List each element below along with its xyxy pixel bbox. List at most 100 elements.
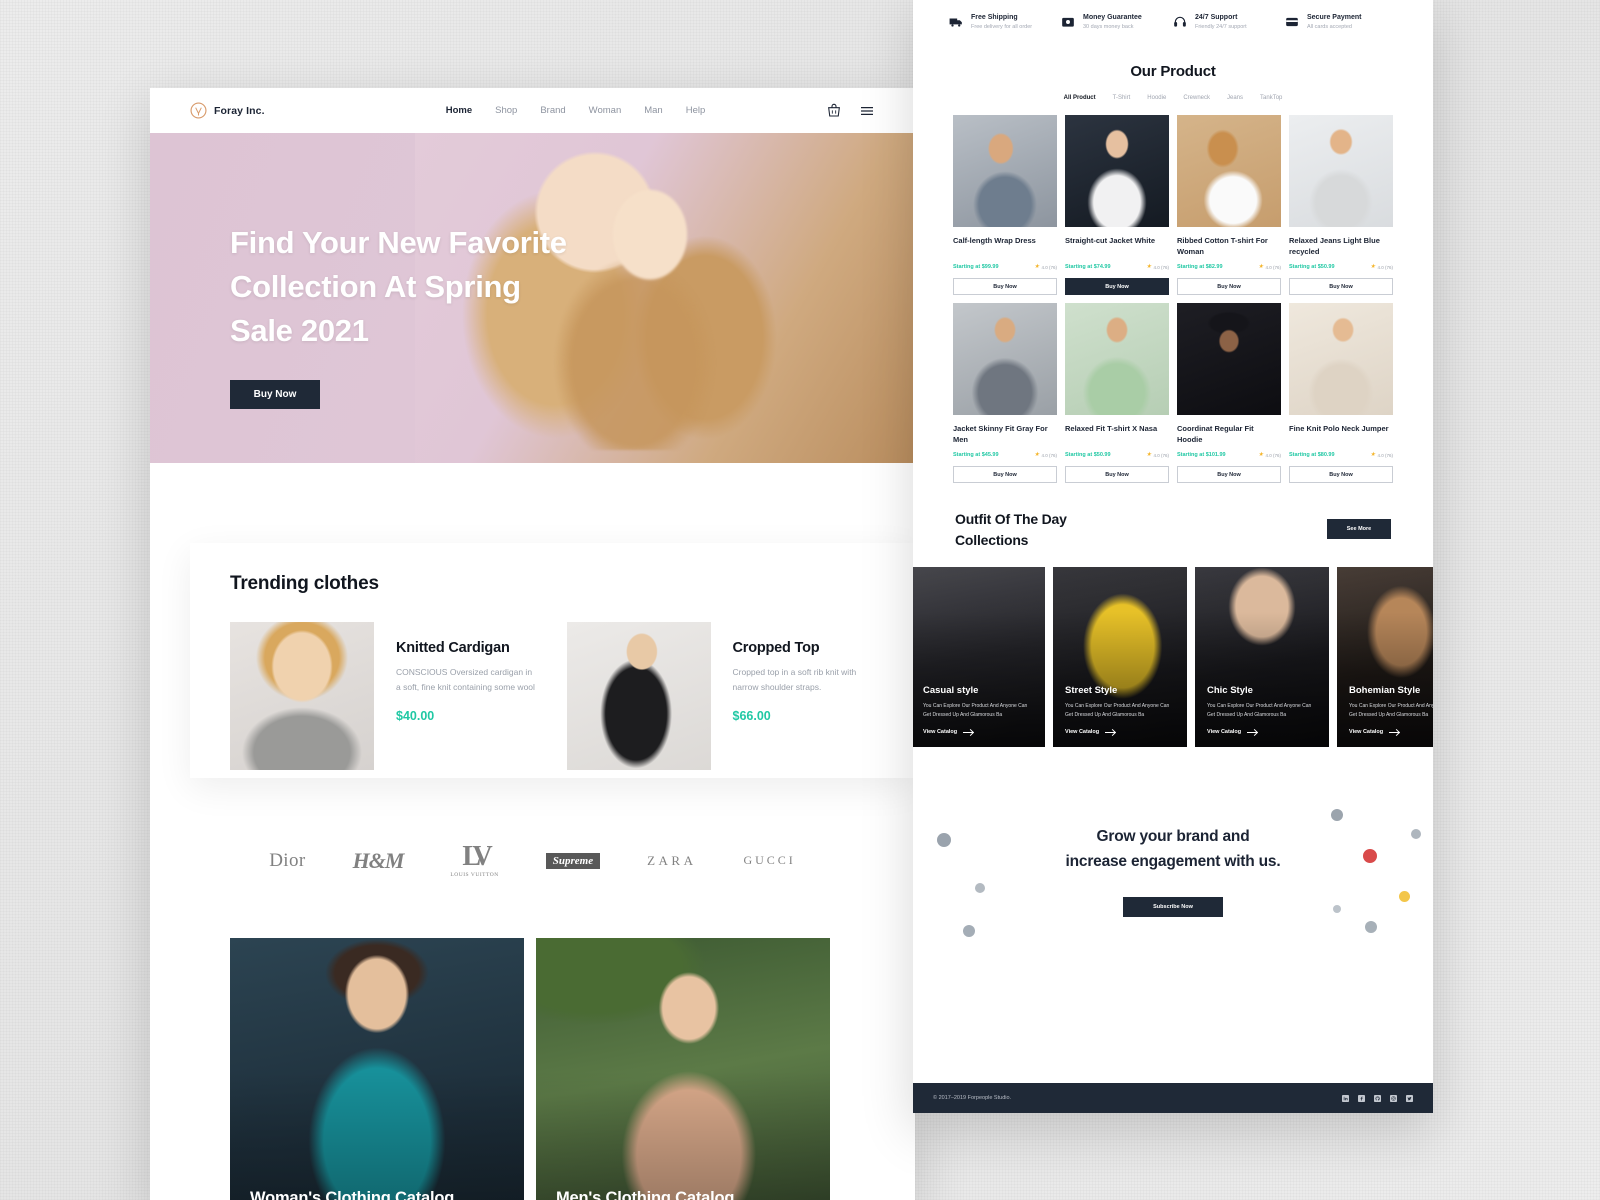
product-image	[953, 303, 1057, 416]
subscribe-now-button[interactable]: Subscribe Now	[1123, 896, 1223, 917]
style-desc: You Can Explore Our Product And Anyone C…	[1207, 702, 1312, 718]
filter-all-product[interactable]: All Product	[1064, 95, 1096, 101]
product-rating: ★ 4.0 (76)	[1370, 452, 1393, 458]
style-view-catalog-link[interactable]: View Catalog	[923, 729, 1033, 735]
product-rating-value: 4.0 (76)	[1041, 264, 1057, 270]
product-card[interactable]: Fine Knit Polo Neck Jumper Starting at $…	[1289, 303, 1393, 484]
style-view-catalog-link[interactable]: View Catalog	[1207, 729, 1317, 735]
trending-item-desc: CONSCIOUS Oversized cardigan in a soft, …	[396, 667, 535, 692]
outfit-of-the-day-header: Outfit Of The Day Collections See More	[913, 483, 1433, 551]
product-card[interactable]: Calf-length Wrap Dress Starting at $99.9…	[953, 115, 1057, 296]
avatar	[963, 925, 975, 938]
product-image	[1289, 115, 1393, 228]
brand-logo-hm: H&M	[352, 847, 405, 873]
hamburger-icon[interactable]	[859, 103, 875, 119]
filter-jeans[interactable]: Jeans	[1227, 95, 1243, 101]
star-icon: ★	[1258, 452, 1264, 459]
nav-item-help[interactable]: Help	[686, 105, 706, 116]
nav-item-woman[interactable]: Woman	[589, 105, 622, 116]
instagram-icon[interactable]	[1390, 1094, 1397, 1102]
buy-now-button[interactable]: Buy Now	[1177, 466, 1281, 484]
buy-now-button[interactable]: Buy Now	[1289, 278, 1393, 296]
nav-item-brand[interactable]: Brand	[540, 105, 565, 116]
github-icon[interactable]	[1374, 1094, 1381, 1102]
trending-item-price: $66.00	[732, 708, 771, 723]
product-card[interactable]: Relaxed Fit T-shirt X Nasa Starting at $…	[1065, 303, 1169, 484]
filter-crewneck[interactable]: Crewneck	[1183, 95, 1210, 101]
wallet-icon	[1062, 17, 1074, 27]
catalog-overlay	[230, 938, 524, 1200]
style-desc: You Can Explore Our Product And Anyone C…	[1349, 702, 1433, 718]
style-view-catalog-link[interactable]: View Catalog	[1349, 729, 1433, 735]
product-rating-value: 4.0 (76)	[1265, 264, 1281, 270]
subscribe-cta-section: Grow your brand and increase engagement …	[913, 787, 1433, 977]
hero-buy-now-button[interactable]: Buy Now	[230, 380, 320, 410]
buy-now-button[interactable]: Buy Now	[953, 466, 1057, 484]
trending-item[interactable]: Knitted Cardigan CONSCIOUS Oversized car…	[230, 622, 539, 770]
truck-icon	[949, 18, 962, 27]
brand-logo-dior: Dior	[269, 849, 306, 871]
headset-icon	[1174, 16, 1186, 27]
style-card-bohemian[interactable]: Bohemian Style You Can Explore Our Produ…	[1337, 567, 1433, 748]
style-link-label: View Catalog	[1349, 729, 1384, 736]
style-desc: You Can Explore Our Product And Anyone C…	[1065, 702, 1170, 718]
buy-now-button[interactable]: Buy Now	[1289, 466, 1393, 484]
product-filter-tabs: All Product T-Shirt Hoodie Crewneck Jean…	[953, 95, 1393, 101]
arrow-right-icon	[1389, 731, 1400, 733]
product-name: Calf-length Wrap Dress	[953, 236, 1036, 246]
product-grid: Calf-length Wrap Dress Starting at $99.9…	[953, 115, 1393, 484]
style-desc: You Can Explore Our Product And Anyone C…	[923, 702, 1028, 718]
hero-headline-line1: Find Your New Favorite	[230, 225, 567, 260]
brand-logo-zara: ZARA	[647, 852, 697, 868]
see-more-button[interactable]: See More	[1327, 519, 1391, 540]
facebook-icon[interactable]	[1358, 1094, 1365, 1102]
buy-now-button[interactable]: Buy Now	[1065, 278, 1169, 296]
product-card[interactable]: Straight-cut Jacket White Starting at $7…	[1065, 115, 1169, 296]
product-name: Coordinat Regular Fit Hoodie	[1177, 424, 1254, 445]
nav-item-shop[interactable]: Shop	[495, 105, 517, 116]
trending-item-image	[566, 622, 711, 770]
buy-now-button[interactable]: Buy Now	[1177, 278, 1281, 296]
style-link-label: View Catalog	[1207, 729, 1242, 736]
outfit-title: Outfit Of The Day Collections	[955, 509, 1067, 551]
buy-now-button[interactable]: Buy Now	[953, 278, 1057, 296]
style-card-chic[interactable]: Chic Style You Can Explore Our Product A…	[1195, 567, 1329, 748]
style-title: Street Style	[1065, 684, 1118, 696]
filter-tanktop[interactable]: TankTop	[1260, 95, 1282, 101]
nav-item-man[interactable]: Man	[644, 105, 662, 116]
feature-subtitle: All cards accepted	[1307, 23, 1352, 30]
nav-item-home[interactable]: Home	[446, 105, 472, 116]
catalog-card-men[interactable]: Men's Clothing Catalog We have the lates…	[536, 938, 830, 1200]
feature-subtitle: Friendly 24/7 support	[1195, 23, 1247, 30]
style-card-casual[interactable]: Casual style You Can Explore Our Product…	[913, 567, 1045, 748]
filter-hoodie[interactable]: Hoodie	[1147, 95, 1166, 101]
buy-now-button[interactable]: Buy Now	[1065, 466, 1169, 484]
trending-item-price: $40.00	[396, 708, 435, 723]
product-card[interactable]: Ribbed Cotton T-shirt For Woman Starting…	[1177, 115, 1281, 296]
style-view-catalog-link[interactable]: View Catalog	[1065, 729, 1175, 735]
linkedin-icon[interactable]	[1342, 1094, 1349, 1102]
product-rating: ★ 4.0 (76)	[1258, 264, 1281, 270]
twitter-icon[interactable]	[1406, 1094, 1413, 1102]
footer: © 2017–2019 Forpeople Studio.	[913, 1083, 1433, 1113]
product-price: Starting at $80.99	[1289, 452, 1335, 459]
product-card[interactable]: Jacket Skinny Fit Gray For Men Starting …	[953, 303, 1057, 484]
trending-clothes-panel: Trending clothes Knitted Cardigan CONSCI…	[190, 543, 915, 778]
filter-tshirt[interactable]: T-Shirt	[1113, 95, 1131, 101]
feature-subtitle: 30 days money back	[1083, 23, 1134, 30]
feature-money-guarantee: Money Guarantee 30 days money back	[1061, 14, 1173, 31]
style-cards: Casual style You Can Explore Our Product…	[913, 551, 1433, 748]
feature-title: Secure Payment	[1307, 14, 1362, 21]
homepage-mockup: Foray Inc. Home Shop Brand Woman Man Hel…	[150, 88, 915, 1200]
product-name: Straight-cut Jacket White	[1065, 236, 1156, 246]
basket-icon[interactable]	[826, 103, 842, 119]
brand-logos-strip: Dior H&M LV LOUIS VUITTON Supreme ZARA GU…	[150, 833, 915, 888]
product-card[interactable]: Relaxed Jeans Light Blue recycled Starti…	[1289, 115, 1393, 296]
trending-item[interactable]: Cropped Top Cropped top in a soft rib kn…	[566, 622, 876, 770]
cta-line1: Grow your brand and	[1096, 828, 1250, 846]
product-rating: ★ 4.0 (76)	[1370, 264, 1393, 270]
catalog-card-woman[interactable]: Woman's Clothing Catalog We have the lat…	[230, 938, 524, 1200]
style-card-street[interactable]: Street Style You Can Explore Our Product…	[1053, 567, 1187, 748]
product-card[interactable]: Coordinat Regular Fit Hoodie Starting at…	[1177, 303, 1281, 484]
product-rating-value: 4.0 (76)	[1153, 452, 1169, 458]
